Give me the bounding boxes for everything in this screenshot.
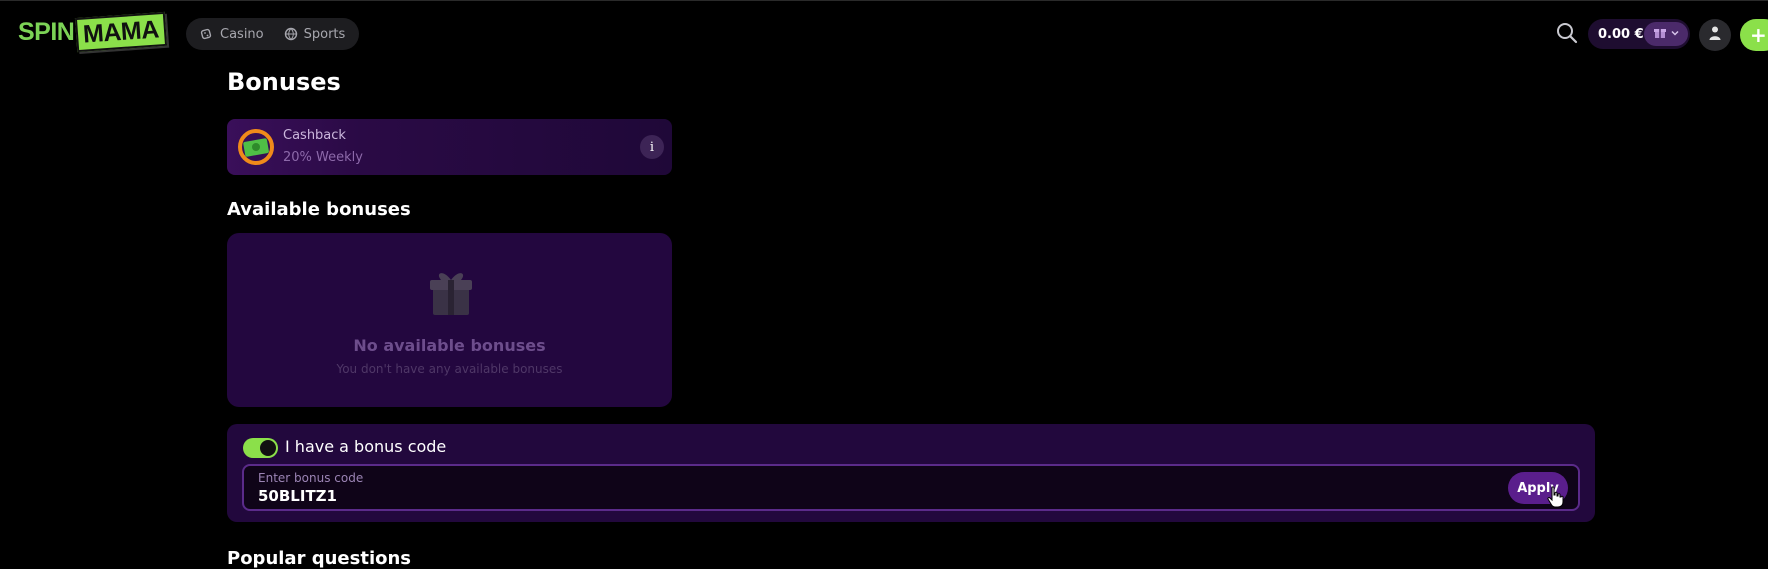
empty-state-title: No available bonuses bbox=[353, 336, 546, 355]
bonus-code-input[interactable] bbox=[258, 486, 1358, 506]
balance-widget[interactable]: 0.00 € bbox=[1588, 19, 1690, 49]
nav-casino[interactable]: Casino bbox=[194, 18, 270, 50]
gift-icon bbox=[1653, 25, 1667, 43]
user-icon bbox=[1708, 25, 1722, 45]
deposit-button[interactable]: + bbox=[1740, 19, 1768, 51]
cashback-money-icon bbox=[237, 128, 275, 166]
cashback-subtitle: 20% Weekly bbox=[283, 150, 363, 165]
bonus-code-input-label: Enter bonus code bbox=[258, 471, 364, 485]
bonus-code-toggle[interactable] bbox=[243, 438, 278, 458]
logo-spin: SPIN bbox=[18, 17, 75, 46]
nav-sports[interactable]: Sports bbox=[278, 18, 352, 50]
dice-icon bbox=[200, 27, 214, 41]
search-icon[interactable] bbox=[1555, 21, 1579, 45]
nav-casino-label: Casino bbox=[220, 26, 264, 42]
gift-box-icon bbox=[421, 261, 481, 321]
hand-cursor-icon bbox=[1546, 486, 1564, 508]
cashback-title: Cashback bbox=[283, 128, 346, 143]
cashback-card[interactable]: Cashback 20% Weekly i bbox=[227, 119, 672, 175]
available-bonuses-title: Available bonuses bbox=[227, 199, 411, 220]
nav-sports-label: Sports bbox=[303, 26, 346, 42]
popular-questions-title: Popular questions bbox=[227, 548, 412, 569]
available-bonuses-empty-state: No available bonuses You don't have any … bbox=[227, 233, 672, 407]
plus-icon: + bbox=[1750, 23, 1767, 47]
toggle-knob bbox=[260, 440, 276, 456]
bonus-code-field[interactable]: Enter bonus code Apply bbox=[242, 464, 1580, 511]
main-nav: Casino Sports bbox=[186, 18, 360, 50]
bonus-code-toggle-label: I have a bonus code bbox=[285, 437, 447, 456]
top-bar: SPIN MAMA Casino Sports 0.00 € + bbox=[0, 0, 1768, 64]
site-logo[interactable]: SPIN MAMA bbox=[18, 11, 168, 53]
ball-icon bbox=[284, 27, 298, 41]
info-button[interactable]: i bbox=[640, 135, 664, 159]
empty-state-subtitle: You don't have any available bonuses bbox=[336, 362, 563, 376]
page-title: Bonuses bbox=[227, 68, 341, 96]
chevron-down-icon bbox=[1670, 27, 1680, 42]
profile-button[interactable] bbox=[1699, 19, 1731, 51]
bonus-gift-dropdown[interactable] bbox=[1644, 22, 1688, 46]
logo-mama: MAMA bbox=[75, 11, 168, 53]
bonus-code-card: I have a bonus code Enter bonus code App… bbox=[227, 424, 1595, 522]
balance-amount: 0.00 € bbox=[1598, 26, 1644, 42]
